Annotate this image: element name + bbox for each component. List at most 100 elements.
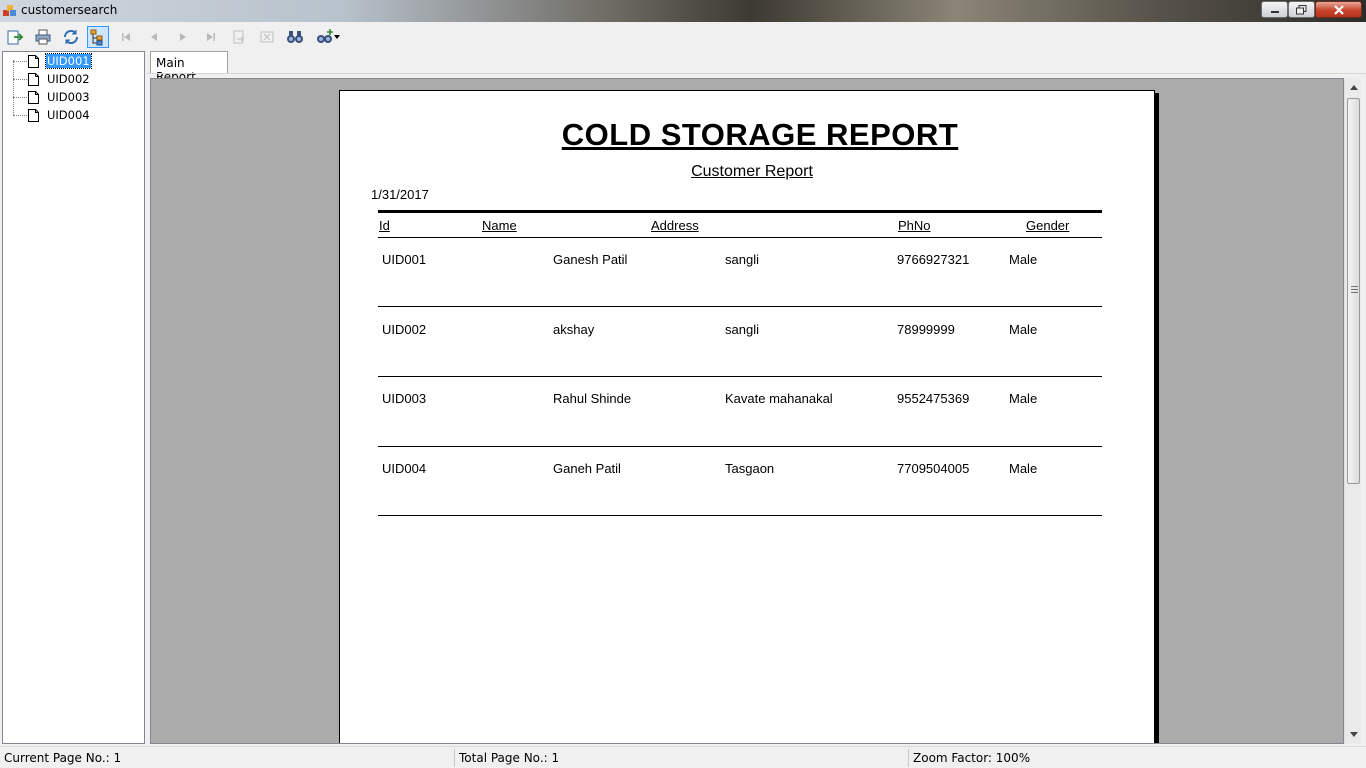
tree-item-label: UID003 bbox=[47, 90, 90, 104]
cell-name: Rahul Shinde bbox=[553, 391, 632, 406]
status-separator bbox=[908, 749, 909, 767]
minimize-button[interactable] bbox=[1261, 1, 1288, 18]
status-current-page: Current Page No.: 1 bbox=[4, 751, 122, 765]
tree-item-uid002[interactable]: UID002 bbox=[3, 71, 143, 87]
column-header-phno: PhNo bbox=[898, 218, 931, 233]
restore-icon bbox=[1296, 4, 1307, 14]
cell-name: akshay bbox=[553, 322, 595, 337]
close-icon bbox=[1333, 4, 1344, 15]
cell-gender: Male bbox=[1009, 322, 1038, 337]
tree-item-label: UID002 bbox=[47, 72, 90, 86]
goto-page-button[interactable] bbox=[228, 26, 250, 48]
next-page-button[interactable] bbox=[172, 26, 194, 48]
report-toolbar bbox=[0, 22, 1366, 50]
refresh-button[interactable] bbox=[60, 26, 82, 48]
scrollbar-thumb[interactable] bbox=[1347, 98, 1360, 484]
app-icon bbox=[3, 5, 16, 16]
cell-address: Tasgaon bbox=[725, 461, 775, 476]
document-icon bbox=[28, 55, 39, 68]
grip-line bbox=[1351, 289, 1358, 290]
cell-phno: 9552475369 bbox=[897, 391, 970, 406]
print-button[interactable] bbox=[32, 26, 54, 48]
cell-id: UID001 bbox=[382, 252, 427, 267]
last-page-button[interactable] bbox=[200, 26, 222, 48]
report-page: COLD STORAGE REPORT Customer Report 1/31… bbox=[339, 90, 1155, 743]
tree-connector bbox=[13, 115, 27, 116]
column-header-address: Address bbox=[651, 218, 699, 233]
cell-phno: 78999999 bbox=[897, 322, 955, 337]
report-date: 1/31/2017 bbox=[371, 187, 429, 202]
document-icon bbox=[28, 73, 39, 86]
cell-address: Kavate mahanakal bbox=[725, 391, 833, 406]
row-divider bbox=[378, 376, 1102, 377]
tab-strip-divider bbox=[146, 73, 1366, 74]
next-page-icon bbox=[180, 33, 186, 41]
zoom-icon bbox=[317, 29, 333, 43]
header-bottom-rule bbox=[378, 237, 1102, 238]
tree-item-label: UID004 bbox=[47, 108, 90, 122]
find-text-button[interactable] bbox=[284, 26, 306, 48]
tree-item-uid004[interactable]: UID004 bbox=[3, 107, 143, 123]
chevron-up-icon bbox=[1349, 85, 1358, 90]
goto-page-icon bbox=[233, 30, 244, 44]
cell-name: Ganesh Patil bbox=[553, 252, 628, 267]
tree-connector bbox=[13, 97, 27, 98]
cell-name: Ganeh Patil bbox=[553, 461, 621, 476]
grip-line bbox=[1351, 292, 1358, 293]
tree-connector bbox=[13, 61, 27, 62]
cell-id: UID003 bbox=[382, 391, 427, 406]
chevron-down-icon bbox=[334, 35, 340, 39]
group-tree[interactable]: UID001 UID002 UID003 UID004 bbox=[2, 51, 145, 744]
row-divider bbox=[378, 306, 1102, 307]
status-bar: Current Page No.: 1 Total Page No.: 1 Zo… bbox=[0, 746, 1366, 768]
toggle-group-tree-button[interactable] bbox=[87, 26, 109, 48]
status-separator bbox=[454, 749, 455, 767]
last-page-icon bbox=[207, 33, 215, 41]
tree-item-label: UID001 bbox=[45, 53, 92, 69]
zoom-dropdown-button[interactable] bbox=[312, 26, 344, 48]
chevron-down-icon bbox=[1349, 732, 1358, 737]
previous-page-button[interactable] bbox=[143, 26, 165, 48]
tree-item-uid003[interactable]: UID003 bbox=[3, 89, 143, 105]
cell-gender: Male bbox=[1009, 252, 1038, 267]
cell-phno: 9766927321 bbox=[897, 252, 970, 267]
column-header-id: Id bbox=[379, 218, 390, 233]
export-report-icon bbox=[7, 30, 24, 45]
window-title: customersearch bbox=[21, 3, 118, 17]
cell-id: UID002 bbox=[382, 322, 427, 337]
scroll-down-button[interactable] bbox=[1345, 726, 1362, 743]
cell-id: UID004 bbox=[382, 461, 427, 476]
refresh-icon bbox=[63, 29, 79, 45]
export-button[interactable] bbox=[4, 26, 26, 48]
status-zoom-factor: Zoom Factor: 100% bbox=[913, 751, 1031, 765]
tab-main-report[interactable]: Main Report bbox=[150, 51, 228, 84]
toggle-group-tree-icon bbox=[90, 29, 103, 46]
column-header-gender: Gender bbox=[1026, 218, 1070, 233]
first-page-icon bbox=[122, 33, 130, 41]
cell-address: sangli bbox=[725, 252, 759, 267]
close-button[interactable] bbox=[1315, 1, 1362, 18]
document-icon bbox=[28, 91, 39, 104]
report-preview-area[interactable]: COLD STORAGE REPORT Customer Report 1/31… bbox=[150, 78, 1344, 744]
restore-button[interactable] bbox=[1288, 1, 1315, 18]
cell-gender: Male bbox=[1009, 461, 1038, 476]
close-view-icon bbox=[260, 31, 274, 43]
vertical-scrollbar[interactable] bbox=[1344, 78, 1361, 744]
tree-connector bbox=[13, 79, 27, 80]
title-bar: customersearch bbox=[0, 0, 1366, 22]
header-top-rule bbox=[378, 210, 1102, 213]
tree-item-uid001[interactable]: UID001 bbox=[3, 53, 143, 69]
scroll-up-button[interactable] bbox=[1345, 79, 1362, 96]
column-header-name: Name bbox=[482, 218, 517, 233]
close-view-button[interactable] bbox=[256, 26, 278, 48]
minimize-icon bbox=[1270, 10, 1279, 13]
previous-page-icon bbox=[151, 33, 157, 41]
report-subtitle: Customer Report bbox=[691, 163, 813, 180]
grip-line bbox=[1351, 286, 1358, 287]
document-icon bbox=[28, 109, 39, 122]
report-title: COLD STORAGE REPORT bbox=[561, 117, 959, 152]
cell-address: sangli bbox=[725, 322, 759, 337]
first-page-button[interactable] bbox=[115, 26, 137, 48]
print-report-icon bbox=[35, 29, 51, 45]
row-divider bbox=[378, 515, 1102, 516]
